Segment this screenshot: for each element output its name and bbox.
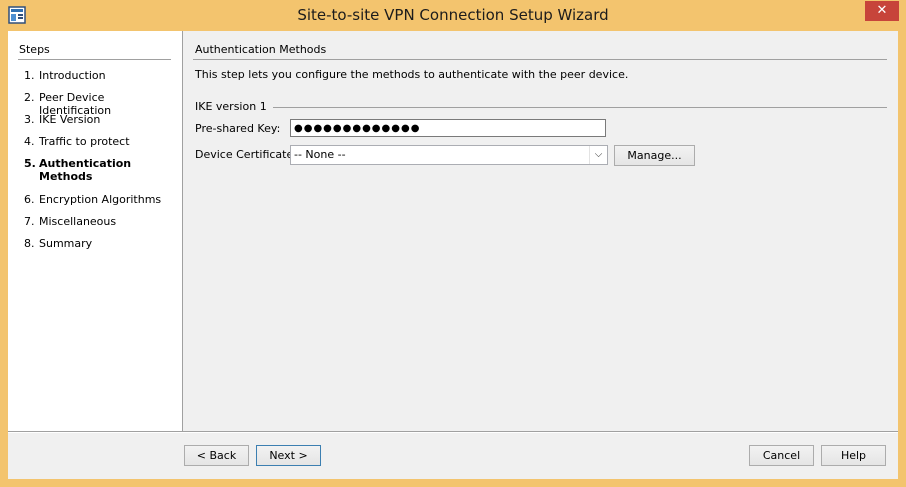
- step-number: 4.: [24, 135, 35, 148]
- group-divider: [263, 107, 887, 108]
- step-introduction: 1. Introduction: [24, 69, 154, 82]
- pre-shared-key-value: ●●●●●●●●●●●●●: [294, 123, 421, 134]
- step-authentication-methods: 5. Authentication Methods: [24, 157, 149, 183]
- step-content: Authentication Methods This step lets yo…: [183, 31, 898, 431]
- window-title: Site-to-site VPN Connection Setup Wizard: [297, 6, 609, 24]
- step-label: Authentication Methods: [39, 157, 132, 183]
- divider: [18, 59, 171, 60]
- steps-panel: Steps 1. Introduction 2. Peer Device Ident…: [8, 31, 183, 431]
- divider: [193, 59, 887, 60]
- close-icon: ✕: [876, 3, 888, 18]
- step-miscellaneous: 7. Miscellaneous: [24, 215, 154, 228]
- chevron-down-icon[interactable]: ⌵: [589, 146, 607, 164]
- manage-button[interactable]: Manage...: [614, 145, 695, 166]
- wizard-window: Site-to-site VPN Connection Setup Wizard…: [0, 0, 906, 487]
- title-bar[interactable]: Site-to-site VPN Connection Setup Wizard…: [0, 0, 906, 31]
- step-encryption-algorithms: 6. Encryption Algorithms: [24, 193, 179, 206]
- step-traffic-to-protect: 4. Traffic to protect: [24, 135, 154, 148]
- steps-header: Steps: [19, 43, 50, 56]
- step-label: Miscellaneous: [39, 215, 117, 228]
- psk-label: Pre-shared Key:: [195, 122, 281, 135]
- step-label: Traffic to protect: [39, 135, 130, 148]
- device-certificate-select[interactable]: -- None -- ⌵: [290, 145, 608, 165]
- step-label: Introduction: [39, 69, 106, 82]
- step-number: 6.: [24, 193, 35, 206]
- cert-label: Device Certificate:: [195, 148, 297, 161]
- step-label: Encryption Algorithms: [39, 193, 162, 206]
- cancel-button[interactable]: Cancel: [749, 445, 814, 466]
- step-number: 5.: [24, 157, 36, 170]
- step-description: This step lets you configure the methods…: [195, 68, 629, 81]
- step-number: 2.: [24, 91, 35, 104]
- step-number: 8.: [24, 237, 35, 250]
- footer-divider-highlight: [8, 432, 898, 433]
- page-title: Authentication Methods: [195, 43, 327, 56]
- step-number: 7.: [24, 215, 35, 228]
- pre-shared-key-input[interactable]: ●●●●●●●●●●●●●: [290, 119, 606, 137]
- device-certificate-value: -- None --: [294, 148, 346, 161]
- step-label: IKE Version: [39, 113, 101, 126]
- step-label: Summary: [39, 237, 93, 250]
- ike-group-label: IKE version 1: [195, 100, 273, 113]
- wizard-body: Steps 1. Introduction 2. Peer Device Ident…: [8, 31, 898, 479]
- step-ike-version: 3. IKE Version: [24, 113, 154, 126]
- close-button[interactable]: ✕: [865, 1, 899, 21]
- step-number: 1.: [24, 69, 35, 82]
- step-summary: 8. Summary: [24, 237, 154, 250]
- step-number: 3.: [24, 113, 35, 126]
- next-button[interactable]: Next >: [256, 445, 321, 466]
- help-button[interactable]: Help: [821, 445, 886, 466]
- back-button[interactable]: < Back: [184, 445, 249, 466]
